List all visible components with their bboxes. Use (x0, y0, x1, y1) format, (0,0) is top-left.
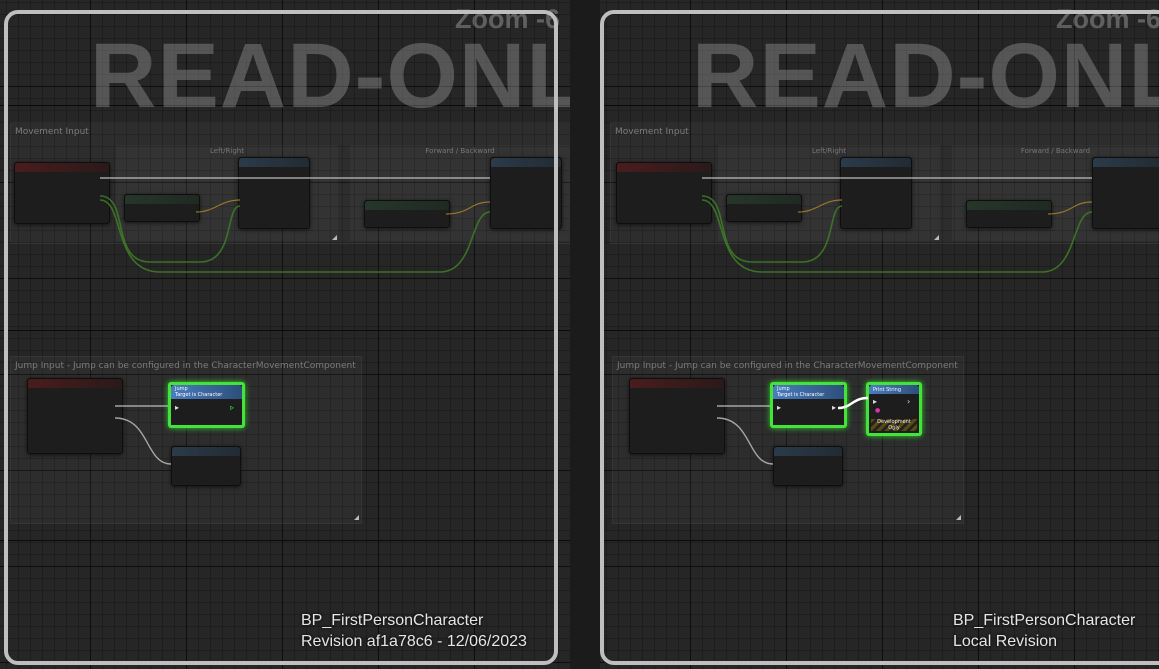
revision-label: Revision af1a78c6 - 12/06/2023 (301, 633, 527, 650)
left-diff-panel[interactable]: Movement Input Left/Right Forward / Back… (0, 0, 570, 669)
read-only-watermark: READ-ONLY (90, 25, 570, 127)
revision-label: Local Revision (953, 633, 1058, 650)
revision-caption: BP_FirstPersonCharacter Local Revision (953, 610, 1135, 652)
asset-name: BP_FirstPersonCharacter (301, 612, 484, 629)
right-diff-panel[interactable]: Movement Input Left/Right Forward / Back… (600, 0, 1159, 669)
panel-divider[interactable] (570, 0, 600, 669)
asset-name: BP_FirstPersonCharacter (953, 612, 1136, 629)
revision-caption: BP_FirstPersonCharacter Revision af1a78c… (301, 610, 527, 652)
read-only-watermark: READ-ONLY (692, 25, 1159, 127)
